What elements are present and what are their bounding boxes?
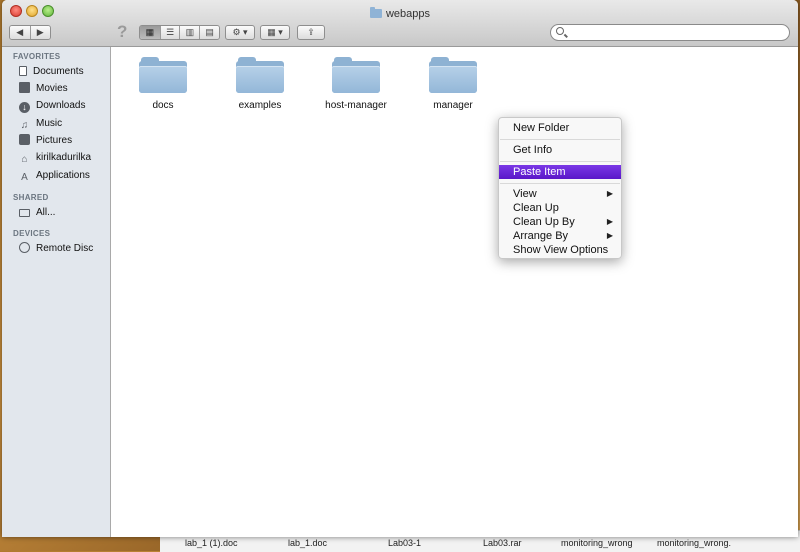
submenu-arrow-icon: ▶ [606,189,613,198]
menu-separator [500,161,620,162]
desktop-file[interactable]: lab_1.doc [288,538,327,548]
desktop-file[interactable]: Lab03.rar [483,538,522,548]
menu-separator [500,139,620,140]
sidebar-item-pictures[interactable]: Pictures [19,133,72,148]
sidebar-item-label: Pictures [36,135,73,146]
folder-icon [236,57,284,93]
folder-label: manager [433,100,473,111]
camera-icon [19,134,30,145]
view-mode-control: ▦ ☰ ▥ ▤ [139,25,220,40]
sidebar-item-label: Remote Disc [36,243,94,254]
sidebar-item-downloads[interactable]: ↓ Downloads [19,98,85,113]
sidebar-item-all[interactable]: All... [19,205,55,220]
share-button[interactable]: ⇪ [297,25,325,40]
sidebar-item-home[interactable]: ⌂ kirilkadurilka [19,150,91,165]
menu-separator [500,183,620,184]
menu-item-label: View [513,188,537,200]
submenu-arrow-icon: ▶ [606,231,613,240]
sidebar-section-favorites: FAVORITES [13,52,61,61]
sidebar-item-remote-disc[interactable]: Remote Disc [19,241,93,256]
file-browser-area[interactable]: docs examples host-manager manager [111,47,798,537]
coverflow-view-button[interactable]: ▤ [200,26,219,39]
context-menu: New Folder Get Info Paste Item View ▶ Cle… [498,117,622,259]
desktop-file[interactable]: lab_1 (1).doc [185,538,238,548]
home-icon: ⌂ [21,154,28,165]
list-view-button[interactable]: ☰ [160,26,181,39]
sidebar-item-label: Music [36,118,63,129]
folder-item[interactable]: examples [215,57,305,111]
menu-item-new-folder[interactable]: New Folder [499,121,621,135]
menu-item-clean-up[interactable]: Clean Up [499,201,621,215]
title-bar[interactable]: webapps ◀ ▶ ? ▦ ☰ ▥ ▤ ⚙ ▾ ▦ ▾ ⇪ [2,0,798,47]
applications-icon: A [21,172,28,183]
sidebar-item-label: Documents [33,66,84,77]
window-title: webapps [385,8,431,20]
menu-item-show-view-options[interactable]: Show View Options [499,243,621,257]
desktop-file[interactable]: monitoring_wrong. [657,538,731,548]
folder-item[interactable]: manager [408,57,498,111]
folder-icon [139,57,187,93]
document-icon [19,66,27,76]
sidebar-item-label: Downloads [36,100,86,111]
music-icon: ♫ [20,120,29,131]
sidebar-section-devices: DEVICES [13,229,51,238]
movie-icon [19,82,30,93]
sidebar-item-documents[interactable]: Documents [19,64,84,79]
action-menu-button[interactable]: ⚙ ▾ [225,25,255,40]
search-input[interactable] [569,26,783,41]
search-field[interactable] [550,24,790,41]
sidebar-item-movies[interactable]: Movies [19,81,68,96]
desktop-file[interactable]: Lab03-1 [388,538,421,548]
menu-item-clean-up-by[interactable]: Clean Up By ▶ [499,215,621,229]
search-icon [556,27,564,35]
sidebar-item-music[interactable]: ♫ Music [19,116,62,131]
forward-button[interactable]: ▶ [30,26,50,39]
menu-item-paste-item[interactable]: Paste Item [499,165,621,179]
menu-item-label: Arrange By [513,230,569,242]
folder-label: docs [152,100,174,111]
menu-item-label: Clean Up By [513,216,575,228]
finder-window: webapps ◀ ▶ ? ▦ ☰ ▥ ▤ ⚙ ▾ ▦ ▾ ⇪ FAVORITE… [2,0,798,537]
folder-label: examples [238,100,282,111]
icon-view-button[interactable]: ▦ [140,26,161,39]
sidebar-item-label: All... [36,207,56,218]
folder-icon [332,57,380,93]
submenu-arrow-icon: ▶ [606,217,613,226]
column-view-button[interactable]: ▥ [180,26,201,39]
sidebar-section-shared: SHARED [13,193,49,202]
menu-item-get-info[interactable]: Get Info [499,143,621,157]
folder-label: host-manager [325,100,387,111]
sidebar-item-label: Applications [36,170,90,181]
download-icon: ↓ [19,102,30,113]
sidebar-item-label: Movies [36,83,68,94]
back-forward-control: ◀ ▶ [9,25,51,40]
folder-icon [429,57,477,93]
folder-item[interactable]: docs [118,57,208,111]
menu-item-arrange-by[interactable]: Arrange By ▶ [499,229,621,243]
disc-icon [19,242,30,253]
folder-icon [369,7,382,18]
arrange-menu-button[interactable]: ▦ ▾ [260,25,290,40]
folder-item[interactable]: host-manager [311,57,401,111]
sidebar: FAVORITES Documents Movies ↓ Downloads ♫ M… [2,47,111,537]
sidebar-item-applications[interactable]: A Applications [19,168,90,183]
network-icon [19,209,30,217]
back-button[interactable]: ◀ [10,26,31,39]
sidebar-item-label: kirilkadurilka [36,152,92,163]
desktop-file[interactable]: monitoring_wrong [561,538,633,548]
menu-item-view[interactable]: View ▶ [499,187,621,201]
help-icon: ? [117,22,128,41]
window-title-area: webapps [2,7,798,20]
